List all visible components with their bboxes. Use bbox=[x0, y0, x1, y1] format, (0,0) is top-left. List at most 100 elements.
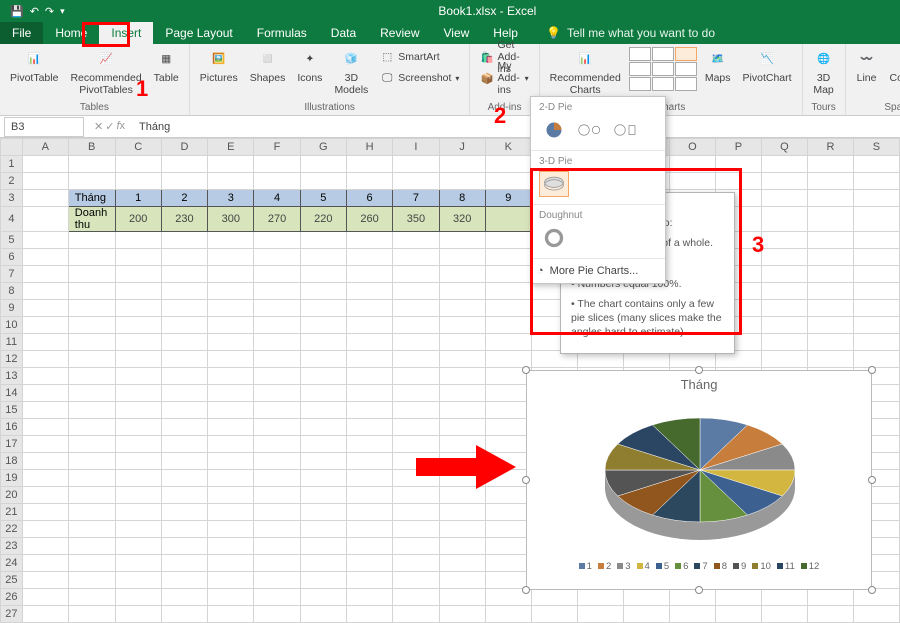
row-header-15[interactable]: 15 bbox=[1, 402, 23, 419]
cell-S7[interactable] bbox=[853, 266, 899, 283]
cell-E19[interactable] bbox=[208, 470, 254, 487]
cell-E3[interactable]: 3 bbox=[208, 190, 254, 207]
cell-B9[interactable] bbox=[68, 300, 115, 317]
cell-H20[interactable] bbox=[346, 487, 392, 504]
select-all-cell[interactable] bbox=[1, 139, 23, 156]
cell-J8[interactable] bbox=[439, 283, 485, 300]
cell-I26[interactable] bbox=[393, 589, 439, 606]
cell-G1[interactable] bbox=[300, 156, 346, 173]
cell-F25[interactable] bbox=[254, 572, 300, 589]
cell-K15[interactable] bbox=[485, 402, 531, 419]
cell-K12[interactable] bbox=[485, 351, 531, 368]
cell-L27[interactable] bbox=[531, 606, 577, 623]
cell-E8[interactable] bbox=[208, 283, 254, 300]
cell-C7[interactable] bbox=[115, 266, 161, 283]
tab-page-layout[interactable]: Page Layout bbox=[153, 22, 244, 44]
bar-of-pie-option[interactable] bbox=[611, 117, 641, 143]
sparkline-line-button[interactable]: 〰️Line bbox=[852, 47, 882, 87]
row-header-17[interactable]: 17 bbox=[1, 436, 23, 453]
cell-I16[interactable] bbox=[393, 419, 439, 436]
cell-B14[interactable] bbox=[68, 385, 115, 402]
row-header-9[interactable]: 9 bbox=[1, 300, 23, 317]
cell-F20[interactable] bbox=[254, 487, 300, 504]
pie-2d-option[interactable] bbox=[539, 117, 569, 143]
cell-K2[interactable] bbox=[485, 173, 531, 190]
cell-A12[interactable] bbox=[22, 351, 68, 368]
chart-line-button[interactable] bbox=[652, 47, 674, 61]
cell-A10[interactable] bbox=[22, 317, 68, 334]
column-header-O[interactable]: O bbox=[669, 139, 715, 156]
cell-E26[interactable] bbox=[208, 589, 254, 606]
column-header-G[interactable]: G bbox=[300, 139, 346, 156]
fx-icon[interactable]: fx bbox=[116, 120, 125, 133]
cell-Q5[interactable] bbox=[761, 232, 807, 249]
column-header-D[interactable]: D bbox=[161, 139, 207, 156]
resize-handle[interactable] bbox=[522, 586, 530, 594]
formula-bar[interactable]: Tháng bbox=[131, 121, 900, 133]
cell-G20[interactable] bbox=[300, 487, 346, 504]
cell-S5[interactable] bbox=[853, 232, 899, 249]
cell-F3[interactable]: 4 bbox=[254, 190, 300, 207]
cell-C3[interactable]: 1 bbox=[115, 190, 161, 207]
column-header-R[interactable]: R bbox=[807, 139, 853, 156]
cell-G25[interactable] bbox=[300, 572, 346, 589]
column-header-F[interactable]: F bbox=[254, 139, 300, 156]
cell-B27[interactable] bbox=[68, 606, 115, 623]
row-header-13[interactable]: 13 bbox=[1, 368, 23, 385]
cell-A15[interactable] bbox=[22, 402, 68, 419]
cell-A4[interactable] bbox=[22, 207, 68, 232]
tab-file[interactable]: File bbox=[0, 22, 43, 44]
shapes-button[interactable]: ◻️Shapes bbox=[246, 47, 290, 87]
cell-H8[interactable] bbox=[346, 283, 392, 300]
cell-J3[interactable]: 8 bbox=[439, 190, 485, 207]
cell-F27[interactable] bbox=[254, 606, 300, 623]
cell-S4[interactable] bbox=[853, 207, 899, 232]
cell-L26[interactable] bbox=[531, 589, 577, 606]
cell-A20[interactable] bbox=[22, 487, 68, 504]
cell-D8[interactable] bbox=[161, 283, 207, 300]
cell-I11[interactable] bbox=[393, 334, 439, 351]
row-header-23[interactable]: 23 bbox=[1, 538, 23, 555]
cell-H19[interactable] bbox=[346, 470, 392, 487]
cell-R3[interactable] bbox=[807, 190, 853, 207]
cell-A21[interactable] bbox=[22, 504, 68, 521]
cell-I2[interactable] bbox=[393, 173, 439, 190]
cell-H14[interactable] bbox=[346, 385, 392, 402]
cell-H26[interactable] bbox=[346, 589, 392, 606]
cell-H10[interactable] bbox=[346, 317, 392, 334]
cell-A2[interactable] bbox=[22, 173, 68, 190]
cell-F6[interactable] bbox=[254, 249, 300, 266]
chart-object[interactable]: Tháng 123456789101112 bbox=[526, 370, 872, 590]
cell-S10[interactable] bbox=[853, 317, 899, 334]
cell-Q4[interactable] bbox=[761, 207, 807, 232]
redo-icon[interactable]: ↷ bbox=[45, 5, 54, 18]
cell-J4[interactable]: 320 bbox=[439, 207, 485, 232]
cell-F21[interactable] bbox=[254, 504, 300, 521]
cell-C13[interactable] bbox=[115, 368, 161, 385]
cell-B8[interactable] bbox=[68, 283, 115, 300]
cell-E9[interactable] bbox=[208, 300, 254, 317]
cell-D17[interactable] bbox=[161, 436, 207, 453]
cell-G4[interactable]: 220 bbox=[300, 207, 346, 232]
cell-R9[interactable] bbox=[807, 300, 853, 317]
cell-K22[interactable] bbox=[485, 521, 531, 538]
chart-column-button[interactable] bbox=[629, 47, 651, 61]
cell-G11[interactable] bbox=[300, 334, 346, 351]
cell-J2[interactable] bbox=[439, 173, 485, 190]
cell-G26[interactable] bbox=[300, 589, 346, 606]
chart-bar-button[interactable] bbox=[629, 62, 651, 76]
cell-Q27[interactable] bbox=[761, 606, 807, 623]
cell-A25[interactable] bbox=[22, 572, 68, 589]
cell-K9[interactable] bbox=[485, 300, 531, 317]
cell-E23[interactable] bbox=[208, 538, 254, 555]
cell-D1[interactable] bbox=[161, 156, 207, 173]
cell-C5[interactable] bbox=[115, 232, 161, 249]
cell-J11[interactable] bbox=[439, 334, 485, 351]
resize-handle[interactable] bbox=[522, 476, 530, 484]
cell-P27[interactable] bbox=[715, 606, 761, 623]
cell-N26[interactable] bbox=[623, 589, 669, 606]
chart-combo-button[interactable] bbox=[652, 77, 674, 91]
cell-A5[interactable] bbox=[22, 232, 68, 249]
cell-C20[interactable] bbox=[115, 487, 161, 504]
cell-A14[interactable] bbox=[22, 385, 68, 402]
